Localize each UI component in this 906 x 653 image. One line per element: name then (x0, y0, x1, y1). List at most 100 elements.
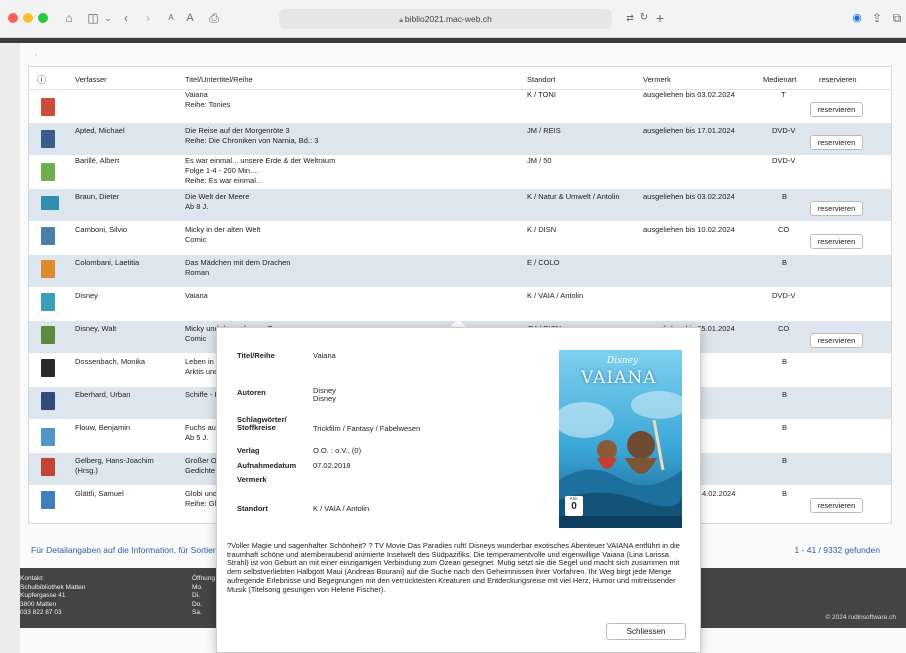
cover-thumbnail[interactable] (41, 293, 55, 311)
location-label: Standort (237, 504, 268, 513)
row-location: JM / REIS (527, 126, 561, 135)
row-title[interactable]: Die Welt der Meere (185, 192, 249, 202)
reserve-button[interactable]: reservieren (810, 498, 863, 513)
title-value: Vaiana (313, 351, 336, 360)
reserve-button[interactable]: reservieren (810, 135, 863, 150)
row-title[interactable]: Leben in d (185, 357, 220, 367)
browser-toolbar: ⌂ ◫ ⌄ ‹ › A A ⎙ 🔒︎ biblio2021.mac-web.ch… (0, 0, 906, 38)
row-subtitle: Arktis und (185, 367, 219, 376)
row-author: Camboni, Silvio (75, 225, 128, 234)
translate-icon[interactable]: ⇄ (623, 10, 637, 26)
poster-brand: Disney (607, 356, 638, 366)
cover-thumbnail[interactable] (41, 392, 55, 410)
cover-thumbnail[interactable] (41, 163, 55, 181)
table-row[interactable]: Apted, Michael Die Reise auf der Morgenr… (29, 123, 891, 156)
header-media[interactable]: Medienart (763, 75, 796, 84)
popup-pointer (450, 319, 466, 327)
cover-thumbnail[interactable] (41, 196, 59, 210)
cover-thumbnail[interactable] (41, 260, 55, 278)
reserve-button[interactable]: reservieren (810, 333, 863, 348)
reload-icon[interactable]: ↻ (638, 10, 650, 26)
cover-thumbnail[interactable] (41, 491, 55, 509)
row-media: B (782, 357, 788, 366)
cover-thumbnail[interactable] (41, 458, 55, 476)
address-bar[interactable]: 🔒︎ biblio2021.mac-web.ch (279, 9, 612, 29)
cover-thumbnail[interactable] (41, 359, 55, 377)
table-row[interactable]: Barillé, Albert Es war einmal... unsere … (29, 156, 891, 189)
row-title[interactable]: Das Mädchen mit dem Drachen (185, 258, 290, 268)
row-subtitle: Comic (185, 334, 207, 343)
header-location[interactable]: Standort (527, 75, 555, 84)
table-row[interactable]: Colombani, Laetitia Das Mädchen mit dem … (29, 255, 891, 288)
text-smaller-icon[interactable]: A (166, 10, 176, 26)
location-value: K / VAIA / Antolin (313, 504, 370, 513)
row-location: K / VAIA / Antolin (527, 291, 584, 300)
row-media: CO (778, 225, 790, 234)
row-title[interactable]: Vaiana (185, 90, 208, 100)
close-popup-button[interactable]: Schliessen (606, 623, 686, 640)
row-title[interactable]: Großer O (185, 456, 217, 466)
row-subtitle: Reihe: Gl (185, 499, 217, 508)
close-window-button[interactable] (8, 13, 18, 23)
tabs-overview-icon[interactable]: ⧉ (891, 10, 903, 26)
cover-thumbnail[interactable] (41, 98, 55, 116)
row-author: Flouw, Benjamin (75, 423, 131, 432)
cover-thumbnail[interactable] (41, 326, 55, 344)
url-text: biblio2021.mac-web.ch (404, 14, 492, 24)
share-icon[interactable]: ⇪ (871, 10, 883, 26)
row-media: CO (778, 324, 790, 333)
row-media: B (782, 192, 788, 201)
minimize-window-button[interactable] (23, 13, 33, 23)
table-row[interactable]: Camboni, Silvio Micky in der alten Welt … (29, 222, 891, 255)
row-subtitle: Ab 5 J. (185, 433, 209, 442)
row-title[interactable]: Es war einmal... unsere Erde & der Weltr… (185, 156, 335, 166)
chevron-down-icon[interactable]: ⌄ (103, 10, 113, 26)
row-note: ausgeliehen bis 10.02.2024 (643, 225, 735, 234)
footer-copyright[interactable]: © 2024 rudinsoftware.ch (825, 614, 896, 621)
row-author: Eberhard, Urban (75, 390, 131, 399)
row-title[interactable]: Fuchs auf (185, 423, 218, 433)
table-row[interactable]: Disney Vaiana K / VAIA / Antolin DVD-V (29, 288, 891, 321)
row-note: ausgeliehen bis 03.02.2024 (643, 192, 735, 201)
row-location: E / COLO (527, 258, 560, 267)
reserve-button[interactable]: reservieren (810, 201, 863, 216)
row-title[interactable]: Vaiana (185, 291, 208, 301)
recorded-value: 07.02.2018 (313, 461, 351, 470)
cover-thumbnail[interactable] (41, 428, 55, 446)
row-media: B (782, 423, 788, 432)
footer-hours: Öffnung Mo. Di. Do. Sa. (192, 575, 216, 616)
cover-thumbnail[interactable] (41, 227, 55, 245)
note-label: Vermerk (237, 475, 267, 484)
reserve-button[interactable]: reservieren (810, 234, 863, 249)
row-author: Dossenbach, Monika (75, 357, 146, 366)
back-icon[interactable]: ‹ (121, 10, 131, 26)
row-title[interactable]: Schiffe - I (185, 390, 217, 400)
reserve-button[interactable]: reservieren (810, 102, 863, 117)
text-larger-icon[interactable]: A (184, 10, 196, 26)
title-label: Titel/Reihe (237, 351, 275, 360)
authors-label: Autoren (237, 388, 266, 397)
row-author: Disney, Walt (75, 324, 117, 333)
header-note[interactable]: Vermerk (643, 75, 671, 84)
row-media: DVD-V (772, 126, 796, 135)
sidebar-icon[interactable]: ◫ (86, 10, 100, 26)
dot-marker: . (35, 48, 38, 57)
extension-icon[interactable]: ◉ (851, 10, 863, 26)
keywords-value: Trickfilm / Fantasy / Fabelwesen (313, 424, 421, 433)
maximize-window-button[interactable] (38, 13, 48, 23)
info-header-icon: ⓘ (37, 75, 47, 85)
home-icon[interactable]: ⌂ (62, 10, 76, 26)
forward-icon[interactable]: › (143, 10, 153, 26)
table-row[interactable]: Braun, Dieter Die Welt der Meere Ab 8 J.… (29, 189, 891, 222)
table-row[interactable]: Vaiana Reihe: Tonies K / TONI ausgeliehe… (29, 90, 891, 123)
cover-thumbnail[interactable] (41, 130, 55, 148)
print-icon[interactable]: ⎙ (207, 10, 221, 26)
row-title[interactable]: Globi und (185, 489, 217, 499)
row-note: ausgeliehen bis 17.01.2024 (643, 126, 735, 135)
header-title[interactable]: Titel/Untertitel/Reihe (185, 75, 253, 84)
author-value-2: Disney (313, 394, 336, 403)
row-title[interactable]: Micky in der alten Welt (185, 225, 260, 235)
new-tab-icon[interactable]: + (654, 10, 666, 26)
row-title[interactable]: Die Reise auf der Morgenröte 3 (185, 126, 290, 136)
header-author[interactable]: Verfasser (75, 75, 107, 84)
